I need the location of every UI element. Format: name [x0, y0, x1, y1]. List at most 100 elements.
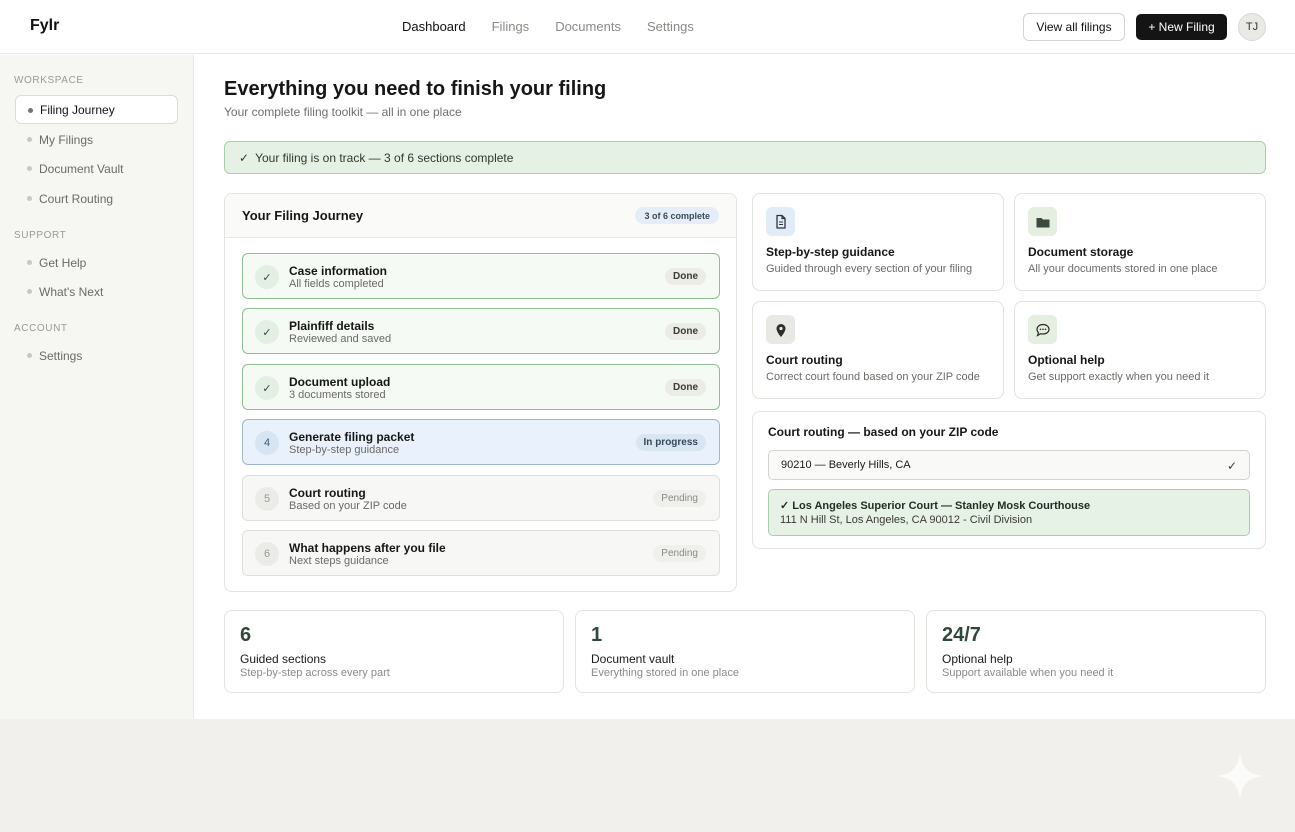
main-nav: Dashboard Filings Documents Settings: [402, 19, 694, 34]
check-icon: ✓: [1226, 459, 1237, 473]
app-window: Fylr Dashboard Filings Documents Setting…: [0, 0, 1295, 719]
journey-step-generate-filing-packet[interactable]: 4 Generate filing packet Step-by-step gu…: [242, 419, 720, 465]
nav-documents[interactable]: Documents: [555, 19, 621, 34]
card-title: Court routing: [766, 353, 843, 367]
court-name: ✓ Los Angeles Superior Court — Stanley M…: [780, 500, 1091, 512]
nav-dashboard[interactable]: Dashboard: [402, 19, 466, 34]
status-banner-text: Your filing is on track — 3 of 6 section…: [255, 150, 514, 165]
journey-step-plaintiff-details[interactable]: ✓ Plainfiff details Reviewed and saved D…: [242, 308, 720, 354]
step-number: 5: [255, 487, 279, 511]
sidebar: WORKSPACE Filing Journey My Filings Docu…: [0, 55, 194, 719]
page-subtitle: Your complete filing toolkit — all in on…: [224, 105, 462, 119]
map-pin-icon: [766, 315, 795, 344]
sidebar-section-account: ACCOUNT: [14, 323, 68, 334]
sidebar-item-my-filings[interactable]: My Filings: [15, 125, 178, 154]
court-address: 111 N Hill St, Los Angeles, CA 90012 - C…: [780, 514, 1033, 526]
sidebar-item-label: Get Help: [39, 255, 87, 270]
bullet-icon: [27, 166, 32, 171]
sidebar-item-filing-journey[interactable]: Filing Journey: [15, 95, 178, 124]
sidebar-item-get-help[interactable]: Get Help: [15, 248, 178, 277]
journey-step-document-upload[interactable]: ✓ Document upload 3 documents stored Don…: [242, 364, 720, 410]
status-badge: Done: [665, 268, 706, 285]
sidebar-item-whats-next[interactable]: What's Next: [15, 277, 178, 306]
sidebar-item-label: My Filings: [39, 132, 94, 147]
card-subtitle: Guided through every section of your fil…: [766, 263, 973, 275]
view-all-filings-button[interactable]: View all filings: [1023, 13, 1125, 41]
sidebar-section-support: SUPPORT: [14, 230, 67, 241]
sidebar-item-label: Court Routing: [39, 191, 114, 206]
check-icon: ✓: [255, 265, 279, 289]
card-title: Document storage: [1028, 245, 1134, 259]
stat-document-vault: 1 Document vault Everything stored in on…: [575, 610, 915, 693]
card-title: Step-by-step guidance: [766, 245, 895, 259]
sidebar-item-settings[interactable]: Settings: [15, 341, 178, 370]
document-icon: [766, 207, 795, 236]
nav-filings[interactable]: Filings: [492, 19, 530, 34]
step-title: What happens after you file: [289, 541, 446, 555]
status-badge: In progress: [635, 434, 706, 451]
step-subtitle: Next steps guidance: [289, 555, 389, 567]
check-icon: ✓: [239, 150, 250, 165]
step-number: 6: [255, 542, 279, 566]
feature-card-guidance[interactable]: Step-by-step guidance Guided through eve…: [752, 193, 1004, 291]
stat-subtitle: Everything stored in one place: [591, 667, 739, 679]
stat-value: 24/7: [942, 624, 981, 646]
stat-label: Guided sections: [240, 652, 327, 666]
step-subtitle: Based on your ZIP code: [289, 500, 407, 512]
court-result: ✓ Los Angeles Superior Court — Stanley M…: [768, 489, 1250, 536]
stat-optional-help: 24/7 Optional help Support available whe…: [926, 610, 1266, 693]
step-title: Generate filing packet: [289, 430, 415, 444]
step-title: Court routing: [289, 486, 366, 500]
journey-title: Your Filing Journey: [242, 208, 364, 223]
stat-subtitle: Support available when you need it: [942, 667, 1114, 679]
sparkle-icon: [1216, 752, 1264, 800]
status-badge: Pending: [653, 545, 706, 562]
zip-code-input[interactable]: 90210 — Beverly Hills, CA ✓: [768, 450, 1250, 480]
feature-card-optional-help[interactable]: Optional help Get support exactly when y…: [1014, 301, 1266, 399]
step-subtitle: 3 documents stored: [289, 389, 386, 401]
card-subtitle: Correct court found based on your ZIP co…: [766, 371, 980, 383]
status-badge: Done: [665, 379, 706, 396]
status-badge: Pending: [653, 490, 706, 507]
folder-icon: [1028, 207, 1057, 236]
sidebar-item-label: Document Vault: [39, 161, 124, 176]
check-icon: ✓: [255, 376, 279, 400]
avatar[interactable]: TJ: [1238, 13, 1266, 41]
nav-settings[interactable]: Settings: [647, 19, 694, 34]
step-title: Plainfiff details: [289, 319, 375, 333]
bullet-icon: [27, 260, 32, 265]
app-logo[interactable]: Fylr: [30, 17, 59, 35]
step-number: 4: [255, 431, 279, 455]
routing-title: Court routing — based on your ZIP code: [768, 425, 999, 439]
stat-subtitle: Step-by-step across every part: [240, 667, 390, 679]
journey-header: Your Filing Journey 3 of 6 complete: [225, 194, 736, 238]
zip-value: 90210 — Beverly Hills, CA: [781, 459, 911, 471]
chat-bubble-icon: [1028, 315, 1057, 344]
journey-step-court-routing[interactable]: 5 Court routing Based on your ZIP code P…: [242, 475, 720, 521]
stat-value: 1: [591, 624, 603, 646]
journey-step-after-you-file[interactable]: 6 What happens after you file Next steps…: [242, 530, 720, 576]
check-icon: ✓: [255, 320, 279, 344]
bullet-icon: [27, 353, 32, 358]
filing-journey-panel: Your Filing Journey 3 of 6 complete ✓ Ca…: [224, 193, 737, 592]
sidebar-item-court-routing[interactable]: Court Routing: [15, 184, 178, 213]
card-title: Optional help: [1028, 353, 1105, 367]
status-badge: Done: [665, 323, 706, 340]
new-filing-button[interactable]: + New Filing: [1136, 14, 1227, 40]
feature-card-court-routing[interactable]: Court routing Correct court found based …: [752, 301, 1004, 399]
step-subtitle: Step-by-step guidance: [289, 444, 400, 456]
bullet-icon: [28, 108, 33, 113]
sidebar-section-workspace: WORKSPACE: [14, 75, 84, 86]
stat-guided-sections: 6 Guided sections Step-by-step across ev…: [224, 610, 564, 693]
sidebar-item-document-vault[interactable]: Document Vault: [15, 154, 178, 183]
journey-step-case-information[interactable]: ✓ Case information All fields completed …: [242, 253, 720, 299]
step-subtitle: All fields completed: [289, 278, 384, 290]
sidebar-item-label: Settings: [39, 348, 83, 363]
bullet-icon: [27, 289, 32, 294]
bullet-icon: [27, 137, 32, 142]
feature-card-storage[interactable]: Document storage All your documents stor…: [1014, 193, 1266, 291]
step-title: Case information: [289, 264, 388, 278]
step-title: Document upload: [289, 375, 391, 389]
page-title: Everything you need to finish your filin…: [224, 78, 607, 100]
stat-value: 6: [240, 624, 252, 646]
